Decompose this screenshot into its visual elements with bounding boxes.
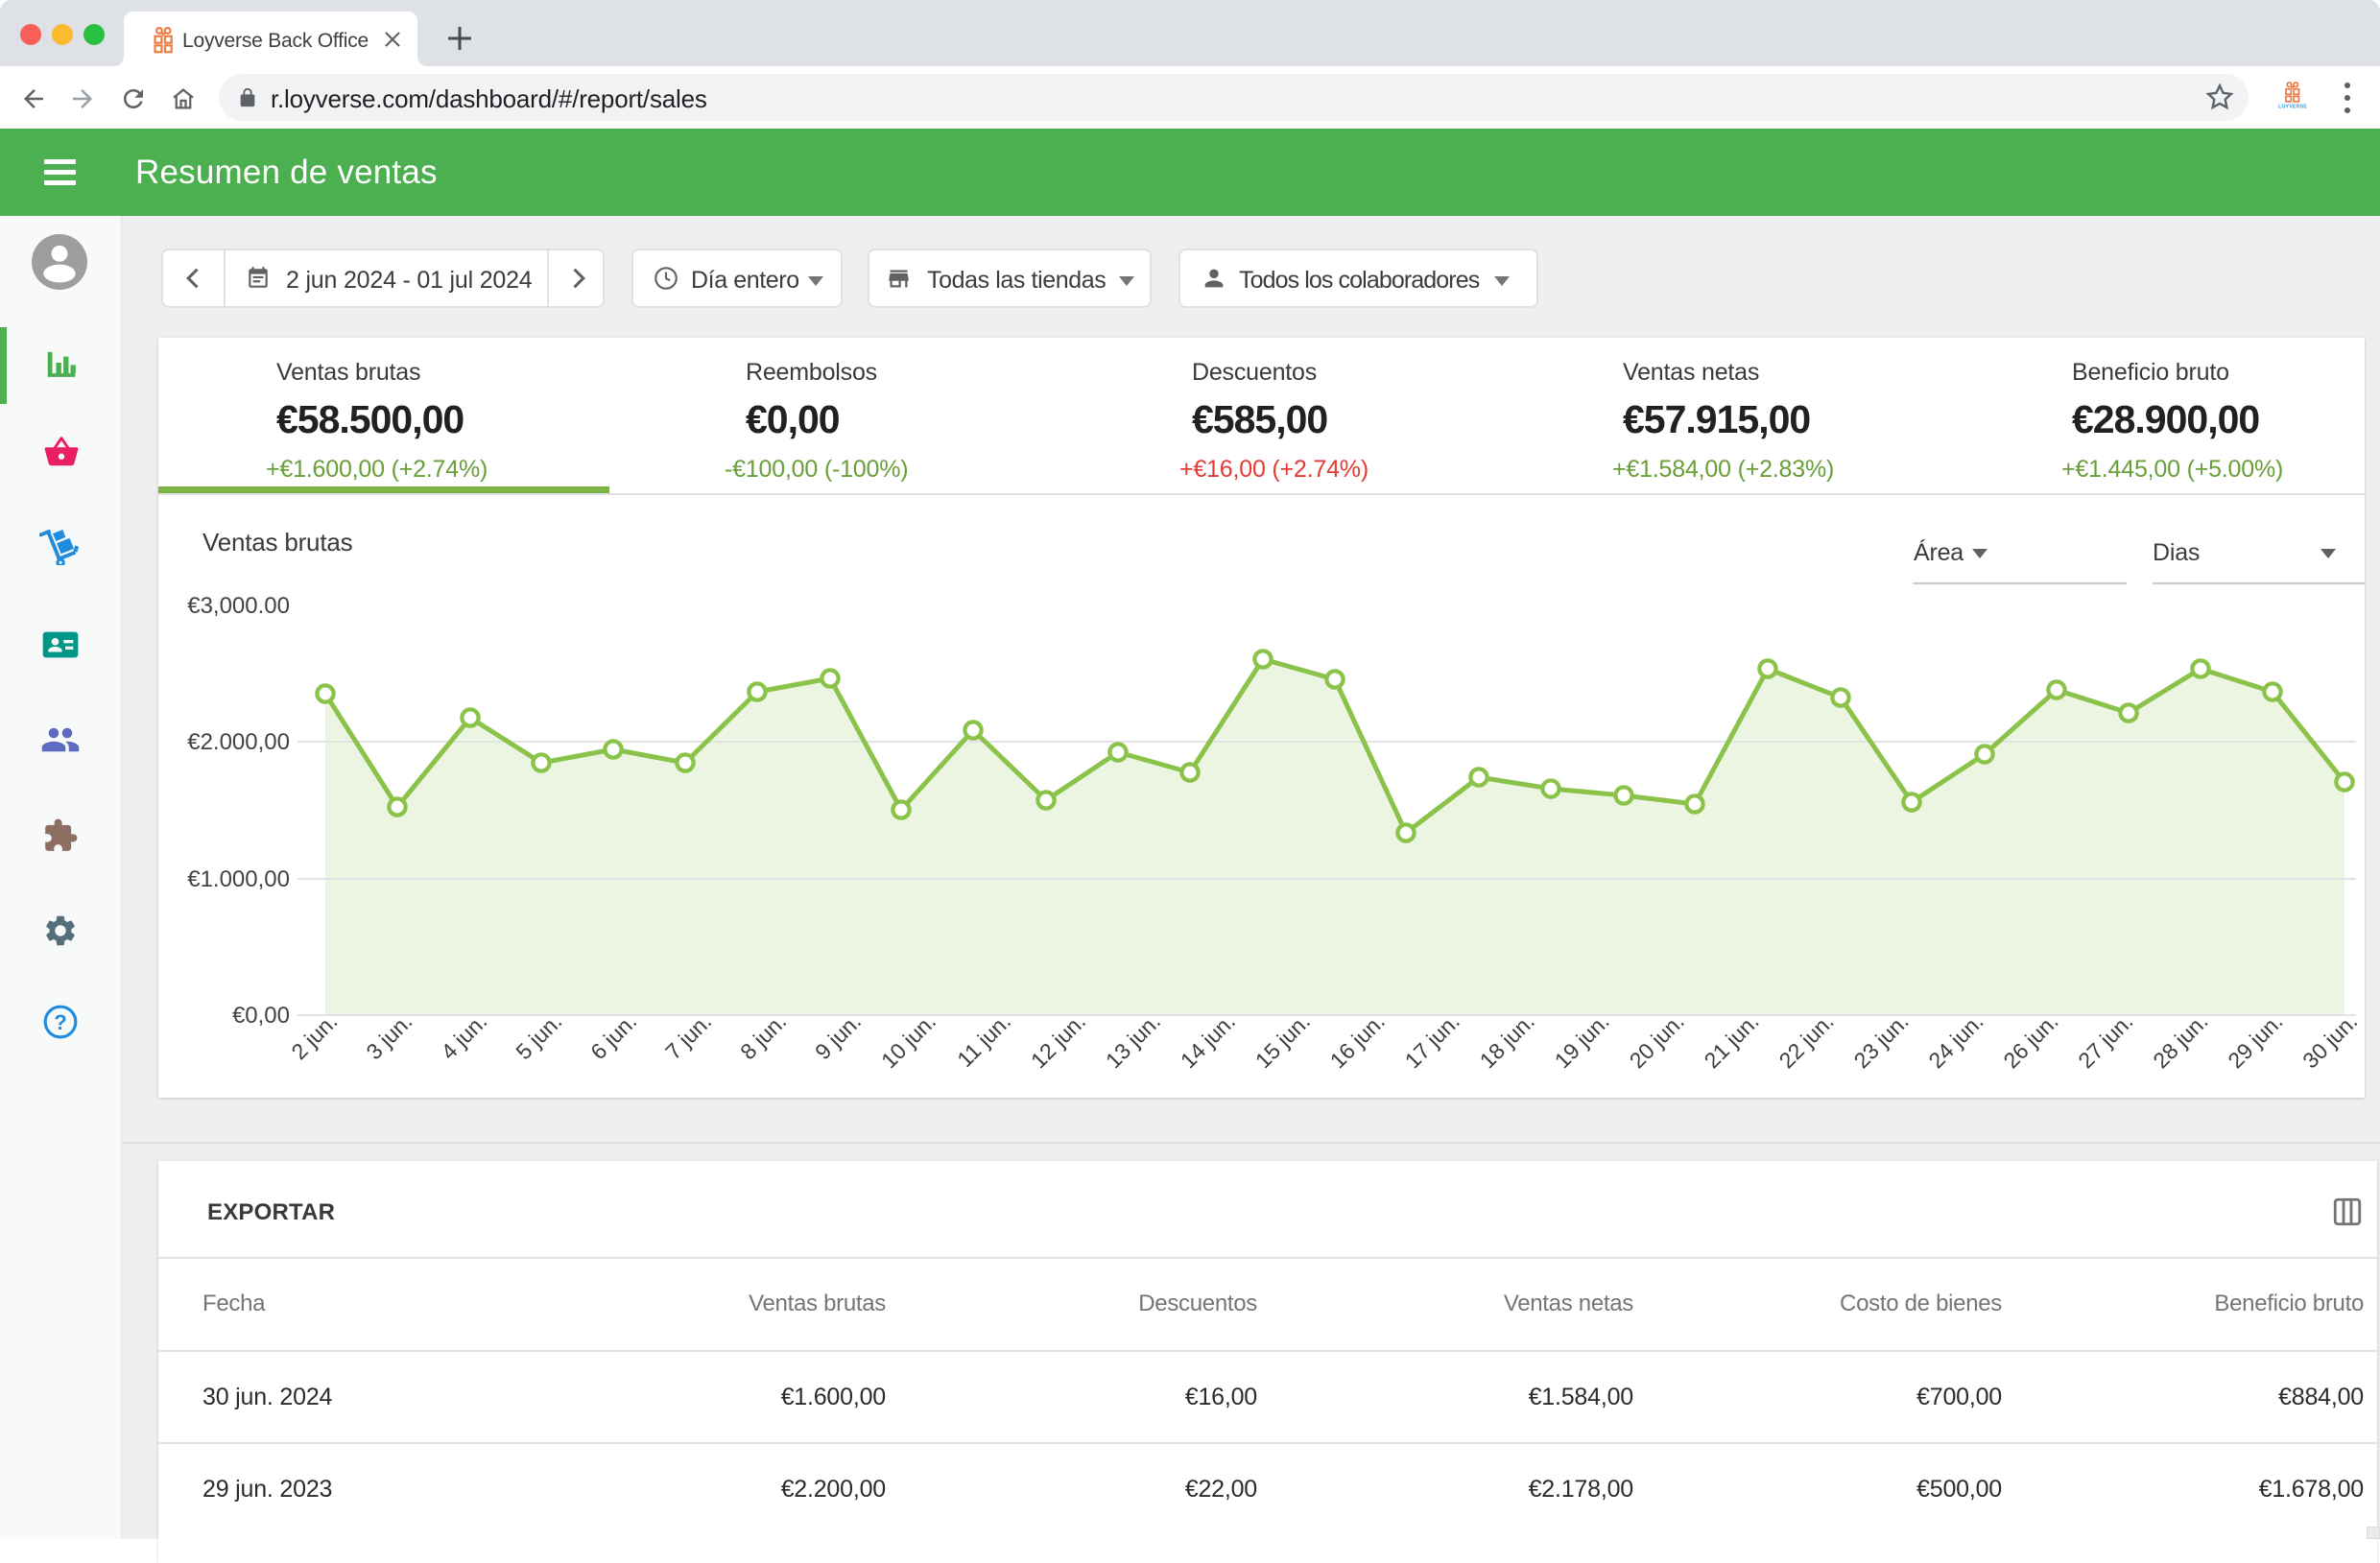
svg-text:14 jun.: 14 jun. [1176,1008,1240,1073]
svg-text:7 jun.: 7 jun. [660,1008,716,1064]
svg-text:3 jun.: 3 jun. [361,1008,416,1064]
svg-text:11 jun.: 11 jun. [952,1008,1015,1072]
svg-text:15 jun.: 15 jun. [1250,1008,1315,1073]
svg-text:10 jun.: 10 jun. [876,1008,940,1073]
svg-text:€1.000,00: €1.000,00 [187,866,290,892]
svg-text:29 jun.: 29 jun. [2223,1008,2287,1073]
svg-text:5 jun.: 5 jun. [511,1008,566,1064]
svg-text:€0,00: €0,00 [232,1003,290,1029]
svg-text:21 jun.: 21 jun. [1700,1008,1764,1073]
svg-text:?: ? [54,1010,67,1034]
svg-text:28 jun.: 28 jun. [2148,1008,2212,1073]
svg-text:6 jun.: 6 jun. [585,1008,641,1064]
svg-text:€2.000,00: €2.000,00 [187,729,290,755]
svg-text:22 jun.: 22 jun. [1774,1008,1839,1073]
svg-text:24 jun.: 24 jun. [1923,1008,1987,1073]
svg-text:30 jun.: 30 jun. [2297,1008,2362,1073]
svg-text:4 jun.: 4 jun. [436,1008,491,1064]
svg-text:2 jun.: 2 jun. [286,1008,342,1064]
svg-text:18 jun.: 18 jun. [1475,1008,1539,1073]
svg-text:20 jun.: 20 jun. [1625,1008,1689,1073]
svg-text:16 jun.: 16 jun. [1325,1008,1390,1073]
svg-text:26 jun.: 26 jun. [1998,1008,2062,1073]
svg-text:13 jun.: 13 jun. [1101,1008,1165,1073]
svg-text:€3,000.00: €3,000.00 [187,593,290,619]
svg-text:27 jun.: 27 jun. [2073,1008,2137,1073]
svg-text:12 jun.: 12 jun. [1026,1008,1090,1073]
svg-text:17 jun.: 17 jun. [1400,1008,1464,1073]
svg-text:8 jun.: 8 jun. [735,1008,791,1064]
svg-text:23 jun.: 23 jun. [1849,1008,1914,1073]
svg-text:9 jun.: 9 jun. [810,1008,866,1064]
svg-text:19 jun.: 19 jun. [1550,1008,1614,1073]
